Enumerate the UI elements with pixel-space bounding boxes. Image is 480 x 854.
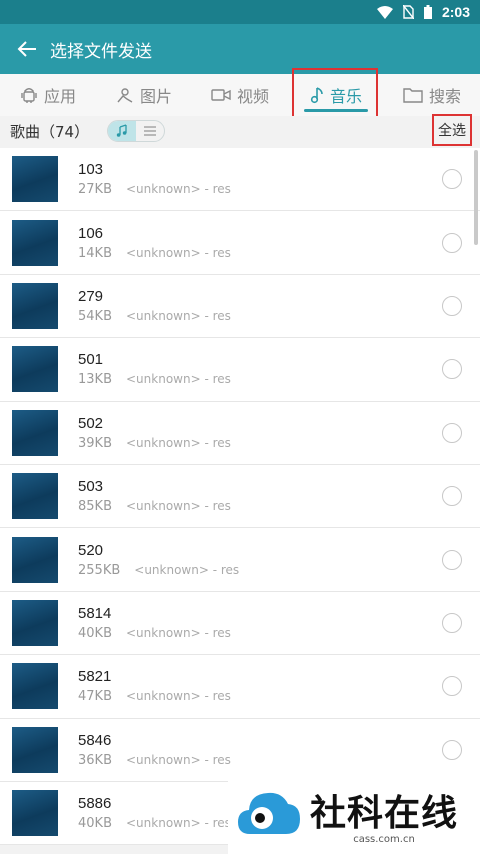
no-sim-icon xyxy=(402,5,414,19)
song-name: 106 xyxy=(78,224,104,242)
wifi-icon xyxy=(376,5,393,19)
select-all-button[interactable]: 全选 xyxy=(432,114,472,146)
tab-music-label: 音乐 xyxy=(329,87,362,106)
album-art-thumbnail xyxy=(12,536,58,583)
song-name: 279 xyxy=(78,287,104,305)
tab-apps-label: 应用 xyxy=(43,87,76,106)
album-art-thumbnail xyxy=(12,790,58,837)
tab-videos-label: 视频 xyxy=(236,87,269,106)
song-size: 40KB xyxy=(78,816,112,832)
song-row[interactable]: 503 85KB <unknown> - res xyxy=(0,464,480,529)
song-artist: <unknown> - res xyxy=(126,625,231,640)
song-row[interactable]: 106 14KB <unknown> - res xyxy=(0,211,480,275)
song-size: 85KB xyxy=(78,499,112,515)
tab-music[interactable]: 音乐 xyxy=(288,74,384,116)
watermark-url: cass.com.cn xyxy=(353,833,415,845)
song-name: 503 xyxy=(78,478,104,496)
song-size: 40KB xyxy=(78,625,112,641)
songs-count-label: 歌曲（74） xyxy=(10,122,90,141)
song-row[interactable]: 279 54KB <unknown> - res xyxy=(0,274,480,339)
select-radio[interactable] xyxy=(442,486,462,507)
music-view-button[interactable] xyxy=(108,121,137,141)
tab-images-label: 图片 xyxy=(139,87,172,106)
view-toggle xyxy=(107,120,166,142)
album-art-thumbnail xyxy=(12,409,58,456)
song-row[interactable]: 5821 47KB <unknown> - res xyxy=(0,655,480,719)
song-artist: <unknown> - res xyxy=(126,689,231,704)
song-row[interactable]: 103 27KB <unknown> - res xyxy=(0,148,480,212)
select-radio[interactable] xyxy=(442,232,462,253)
song-name: 5814 xyxy=(78,604,112,622)
song-artist: <unknown> - res xyxy=(126,816,231,831)
song-name: 5821 xyxy=(78,668,112,686)
album-art-thumbnail xyxy=(12,346,58,393)
song-row[interactable]: 5846 36KB <unknown> - res xyxy=(0,718,480,782)
tab-bar: 应用 图片 视频 音乐 搜索 xyxy=(0,68,480,120)
song-size: 14KB xyxy=(78,245,112,261)
song-artist: <unknown> - res xyxy=(126,182,231,197)
song-row[interactable]: 501 13KB <unknown> - res xyxy=(0,338,480,402)
album-art-thumbnail xyxy=(12,282,58,329)
status-bar: 2:03 xyxy=(0,0,480,24)
tab-images[interactable]: 图片 xyxy=(96,74,192,116)
album-art-thumbnail xyxy=(12,663,58,710)
song-artist: <unknown> - res xyxy=(126,752,231,767)
select-radio[interactable] xyxy=(442,295,462,316)
list-icon xyxy=(144,126,157,136)
song-artist: <unknown> - res xyxy=(126,435,231,450)
song-size: 39KB xyxy=(78,435,112,451)
song-row[interactable]: 520 255KB <unknown> - res xyxy=(0,528,480,592)
tab-apps[interactable]: 应用 xyxy=(0,74,96,116)
song-artist: <unknown> - res xyxy=(126,372,231,387)
album-art-thumbnail xyxy=(12,726,58,773)
song-size: 255KB xyxy=(78,562,121,578)
song-name: 501 xyxy=(78,351,104,369)
select-radio[interactable] xyxy=(442,422,462,443)
android-icon xyxy=(21,88,37,103)
song-name: 502 xyxy=(78,414,104,432)
album-art-thumbnail xyxy=(12,473,58,520)
select-radio[interactable] xyxy=(442,612,462,633)
select-radio[interactable] xyxy=(442,739,462,760)
folder-icon xyxy=(403,88,423,103)
music-note-icon xyxy=(310,87,323,104)
song-size: 47KB xyxy=(78,689,112,705)
song-row[interactable]: 5814 40KB <unknown> - res xyxy=(0,591,480,656)
app-bar: 选择文件发送 xyxy=(0,24,480,74)
list-view-button[interactable] xyxy=(136,121,164,141)
song-artist: <unknown> - res xyxy=(126,308,231,323)
song-size: 13KB xyxy=(78,372,112,388)
song-artist: <unknown> - res xyxy=(134,562,240,577)
back-button[interactable] xyxy=(12,34,42,64)
clock: 2:03 xyxy=(441,4,470,20)
page-title: 选择文件发送 xyxy=(50,41,152,62)
music-notes-icon xyxy=(116,124,127,137)
song-list: 103 27KB <unknown> - res 106 14KB <unknown> -… xyxy=(0,148,480,846)
song-artist: <unknown> - res xyxy=(126,245,231,260)
select-radio[interactable] xyxy=(442,549,462,570)
image-icon xyxy=(117,88,133,103)
song-artist: <unknown> - res xyxy=(126,499,231,514)
song-size: 27KB xyxy=(78,182,112,198)
song-name: 103 xyxy=(78,161,104,179)
watermark-logo-icon xyxy=(236,784,302,844)
song-name: 520 xyxy=(78,541,104,559)
album-art-thumbnail xyxy=(12,599,58,646)
song-size: 54KB xyxy=(78,308,112,324)
video-icon xyxy=(211,89,231,101)
battery-icon xyxy=(423,5,432,19)
song-size: 36KB xyxy=(78,752,112,768)
album-art-thumbnail xyxy=(12,156,58,203)
album-art-thumbnail xyxy=(12,219,58,266)
watermark-name: 社科在线 xyxy=(310,792,459,834)
tab-search[interactable]: 搜索 xyxy=(384,74,480,116)
song-name: 5846 xyxy=(78,731,112,749)
tab-videos[interactable]: 视频 xyxy=(192,74,288,116)
tab-search-label: 搜索 xyxy=(428,87,461,106)
watermark: 社科在线 cass.com.cn xyxy=(228,774,480,854)
list-header: 歌曲（74） 全选 xyxy=(0,114,480,146)
arrow-left-icon xyxy=(17,41,36,57)
scrollbar[interactable] xyxy=(474,150,478,245)
song-row[interactable]: 502 39KB <unknown> - res xyxy=(0,401,480,465)
